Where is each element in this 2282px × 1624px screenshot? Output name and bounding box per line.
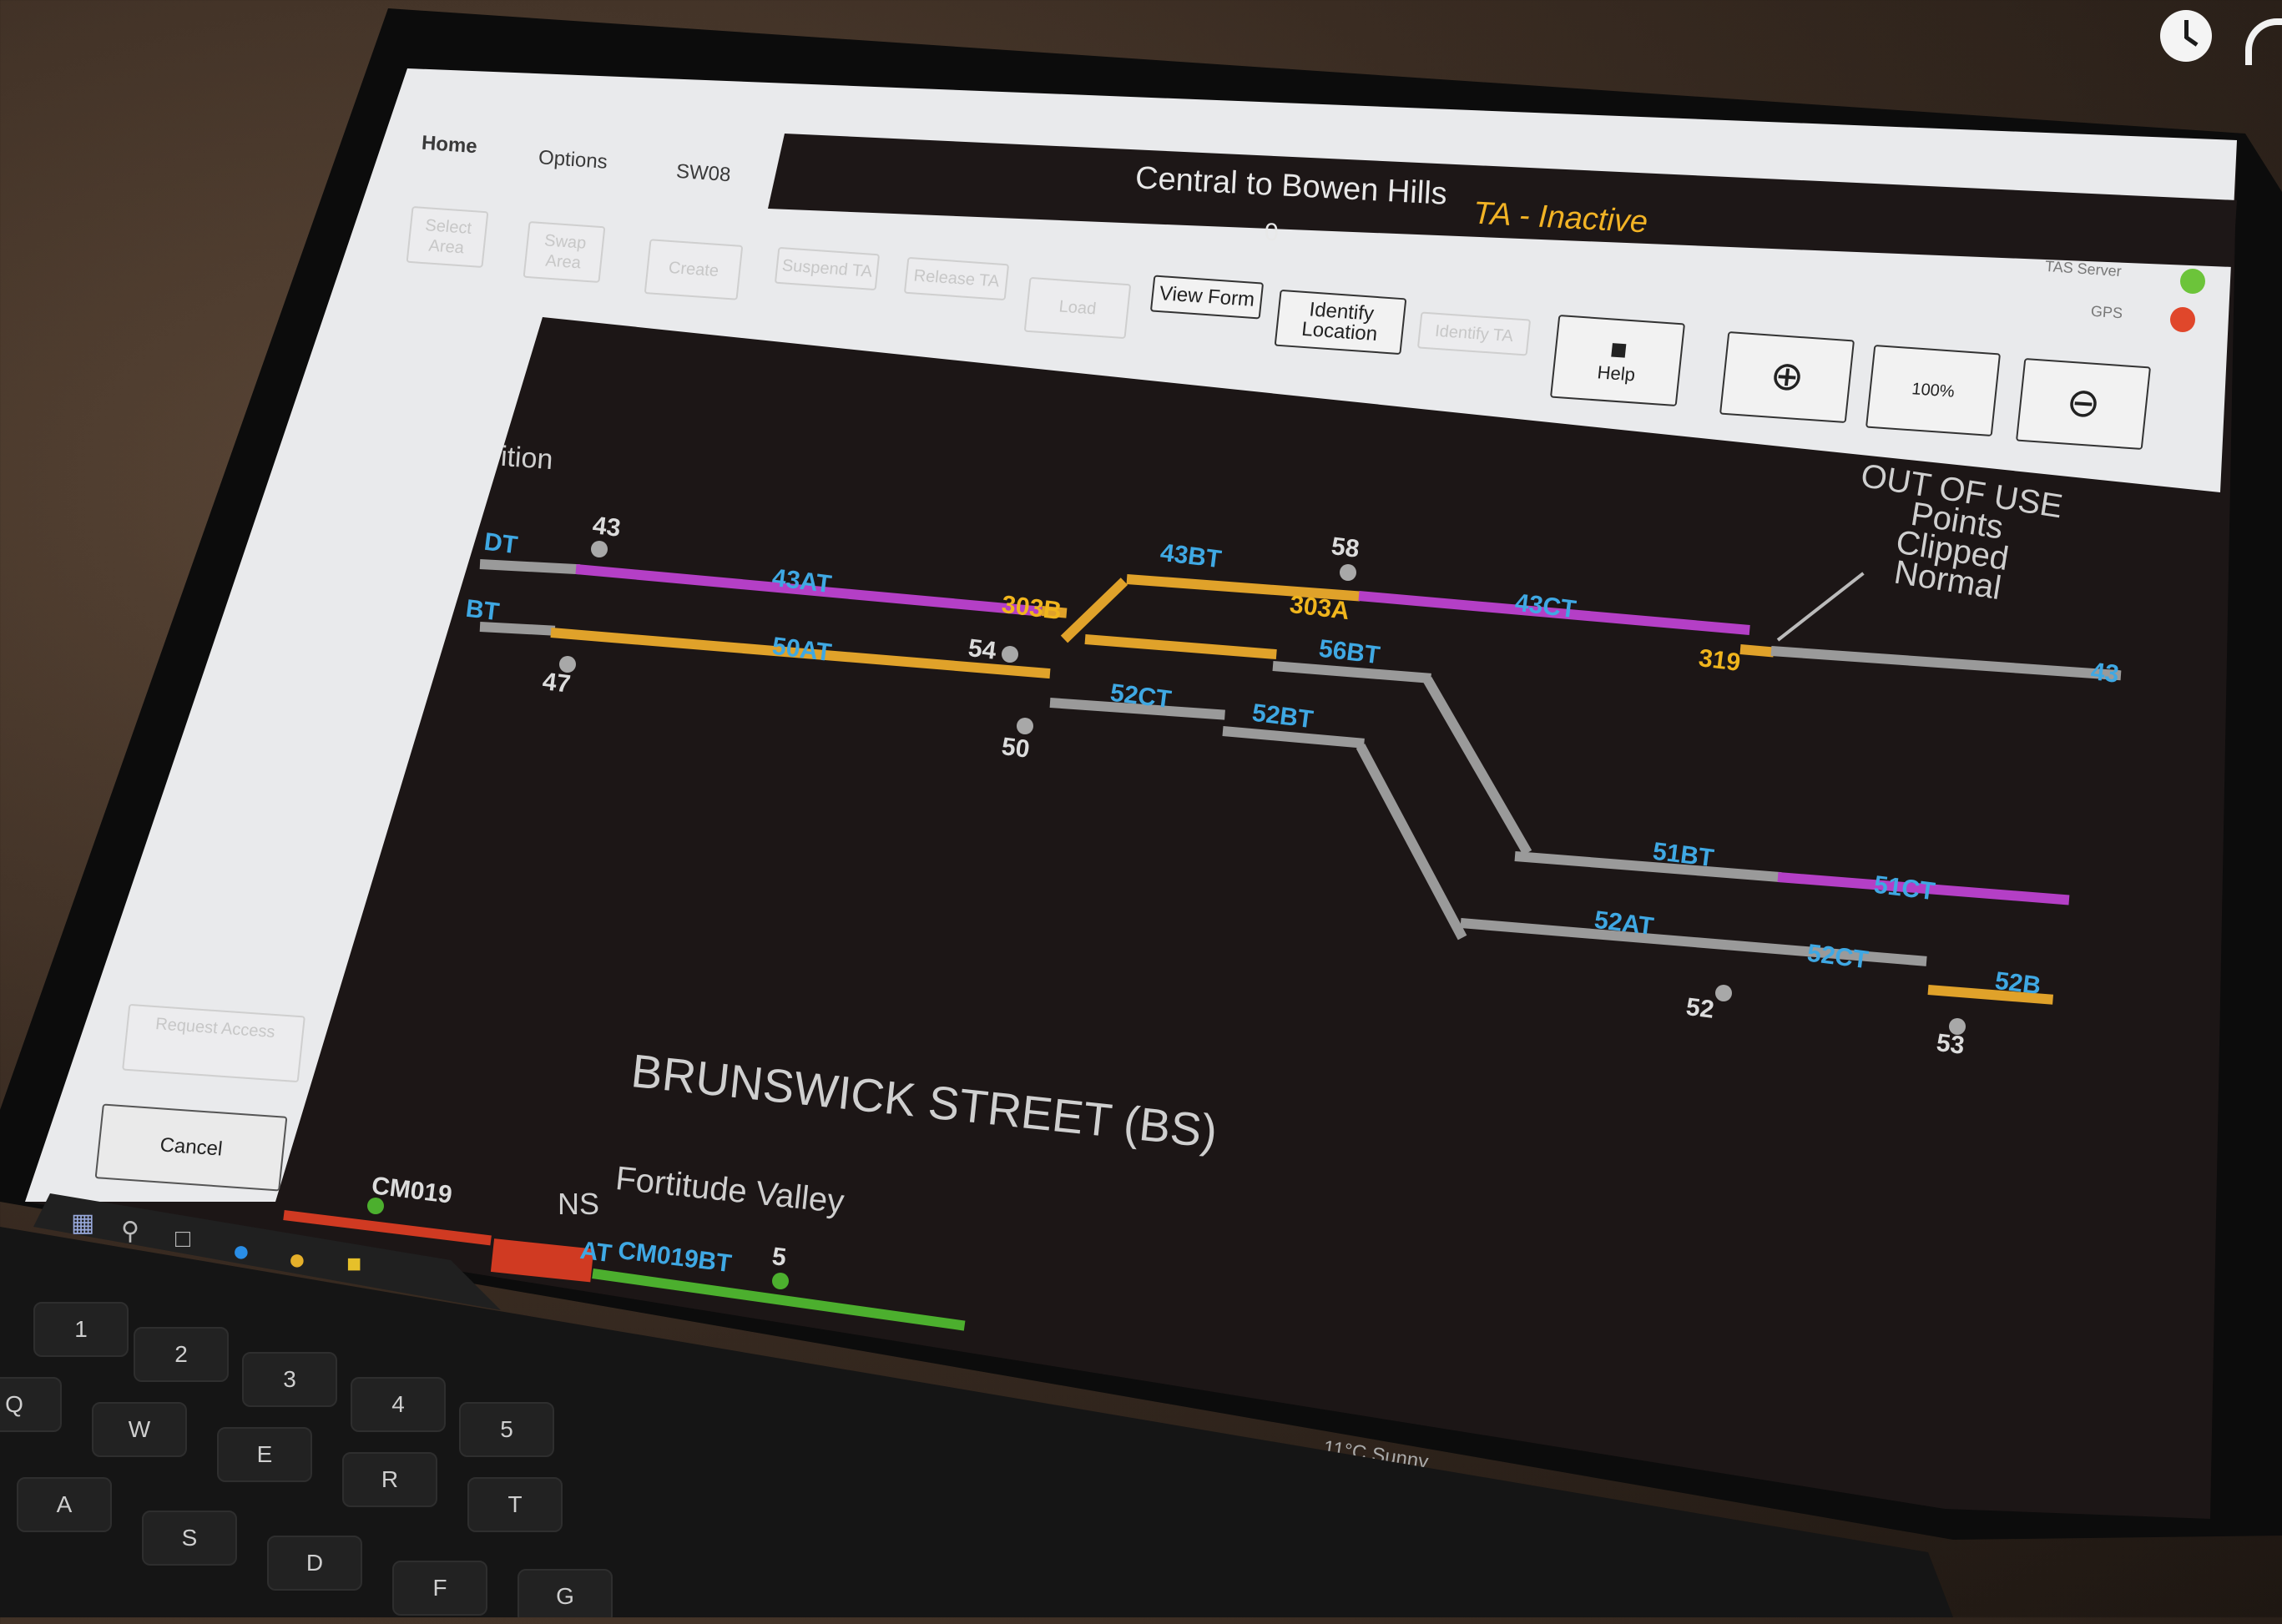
signal-label: 43 (591, 512, 623, 542)
signal-label: 50 (1000, 733, 1032, 764)
signal-label: 52 (1684, 993, 1716, 1024)
request-access-button[interactable]: Request Access (122, 1003, 305, 1083)
tab-options[interactable]: Options (538, 146, 608, 174)
zoom-out-button[interactable]: ⊖ (2015, 357, 2152, 451)
zoom-level-button[interactable]: 100% (1865, 344, 2002, 437)
gps-led (2170, 307, 2195, 332)
key[interactable]: F (392, 1561, 487, 1616)
gps-label: GPS (2090, 302, 2123, 322)
signal-50-icon (1017, 718, 1033, 734)
key[interactable]: G (517, 1569, 613, 1617)
key[interactable]: 2 (134, 1327, 229, 1382)
signal-52-icon (1715, 985, 1732, 1001)
chrome-icon[interactable]: ● (288, 1242, 306, 1277)
tas-server-led (2180, 269, 2205, 294)
identify-ta-button[interactable]: Identify TA (1416, 311, 1532, 356)
edge-label: BT (464, 594, 501, 627)
release-ta-button[interactable]: Release TA (903, 256, 1010, 301)
key[interactable]: D (267, 1536, 362, 1591)
signal-53-icon (1949, 1018, 1966, 1035)
track-label: 52B (1993, 966, 2042, 1001)
edge-browser-icon[interactable]: ● (232, 1233, 250, 1268)
search-icon[interactable]: ⚲ (121, 1217, 139, 1246)
help-button[interactable]: ■ Help (1549, 314, 1686, 407)
side-panel-partial-label: ition (499, 440, 554, 477)
edge-label: 43 (2089, 658, 2121, 688)
start-icon[interactable]: ▦ (71, 1208, 94, 1238)
swap-area-button[interactable]: Swap Area (523, 220, 606, 284)
key[interactable]: S (142, 1511, 237, 1566)
key[interactable]: 5 (459, 1402, 554, 1457)
signal-5-icon (772, 1273, 789, 1289)
cancel-button[interactable]: Cancel (94, 1103, 288, 1192)
watch-later-icon[interactable] (2160, 10, 2212, 62)
task-view-icon[interactable]: □ (175, 1225, 190, 1253)
file-explorer-icon[interactable]: ■ (346, 1250, 361, 1279)
edge-label: DT (482, 527, 519, 560)
signal-47-icon (559, 656, 576, 673)
zoom-in-button[interactable]: ⊕ (1719, 330, 1855, 424)
signal-43-icon (591, 541, 608, 557)
tab-home[interactable]: Home (421, 132, 477, 159)
help-label: Help (1596, 361, 1637, 386)
key[interactable]: E (217, 1427, 312, 1482)
view-form-button[interactable]: View Form (1149, 275, 1265, 320)
suspend-ta-button[interactable]: Suspend TA (774, 246, 881, 291)
signal-label: 54 (967, 634, 998, 665)
page-subtitle: 0 (1265, 219, 1279, 246)
key[interactable]: 3 (242, 1352, 337, 1407)
track-label-yellow: 319 (1697, 644, 1742, 677)
zoom-in-icon: ⊕ (1768, 353, 1806, 401)
key[interactable]: R (342, 1452, 437, 1507)
select-area-button[interactable]: Select Area (406, 205, 489, 269)
key[interactable]: Q (0, 1377, 62, 1432)
create-button[interactable]: Create (644, 239, 744, 300)
share-icon[interactable] (2245, 18, 2282, 65)
zoom-out-icon: ⊖ (2064, 380, 2103, 427)
identify-location-button[interactable]: Identify Location (1274, 289, 1407, 356)
ns-label: NS (558, 1187, 600, 1221)
signal-label: 58 (1330, 532, 1361, 563)
at-fragment-label: AT (578, 1236, 613, 1268)
load-button[interactable]: Load (1023, 276, 1132, 340)
key[interactable]: A (17, 1477, 112, 1532)
key[interactable]: 4 (351, 1377, 446, 1432)
key[interactable]: W (92, 1402, 187, 1457)
key[interactable]: T (467, 1477, 563, 1532)
key[interactable]: 1 (33, 1302, 129, 1357)
tab-sw08[interactable]: SW08 (675, 160, 731, 187)
signal-54-icon (1002, 646, 1018, 663)
signal-58-icon (1340, 564, 1356, 581)
